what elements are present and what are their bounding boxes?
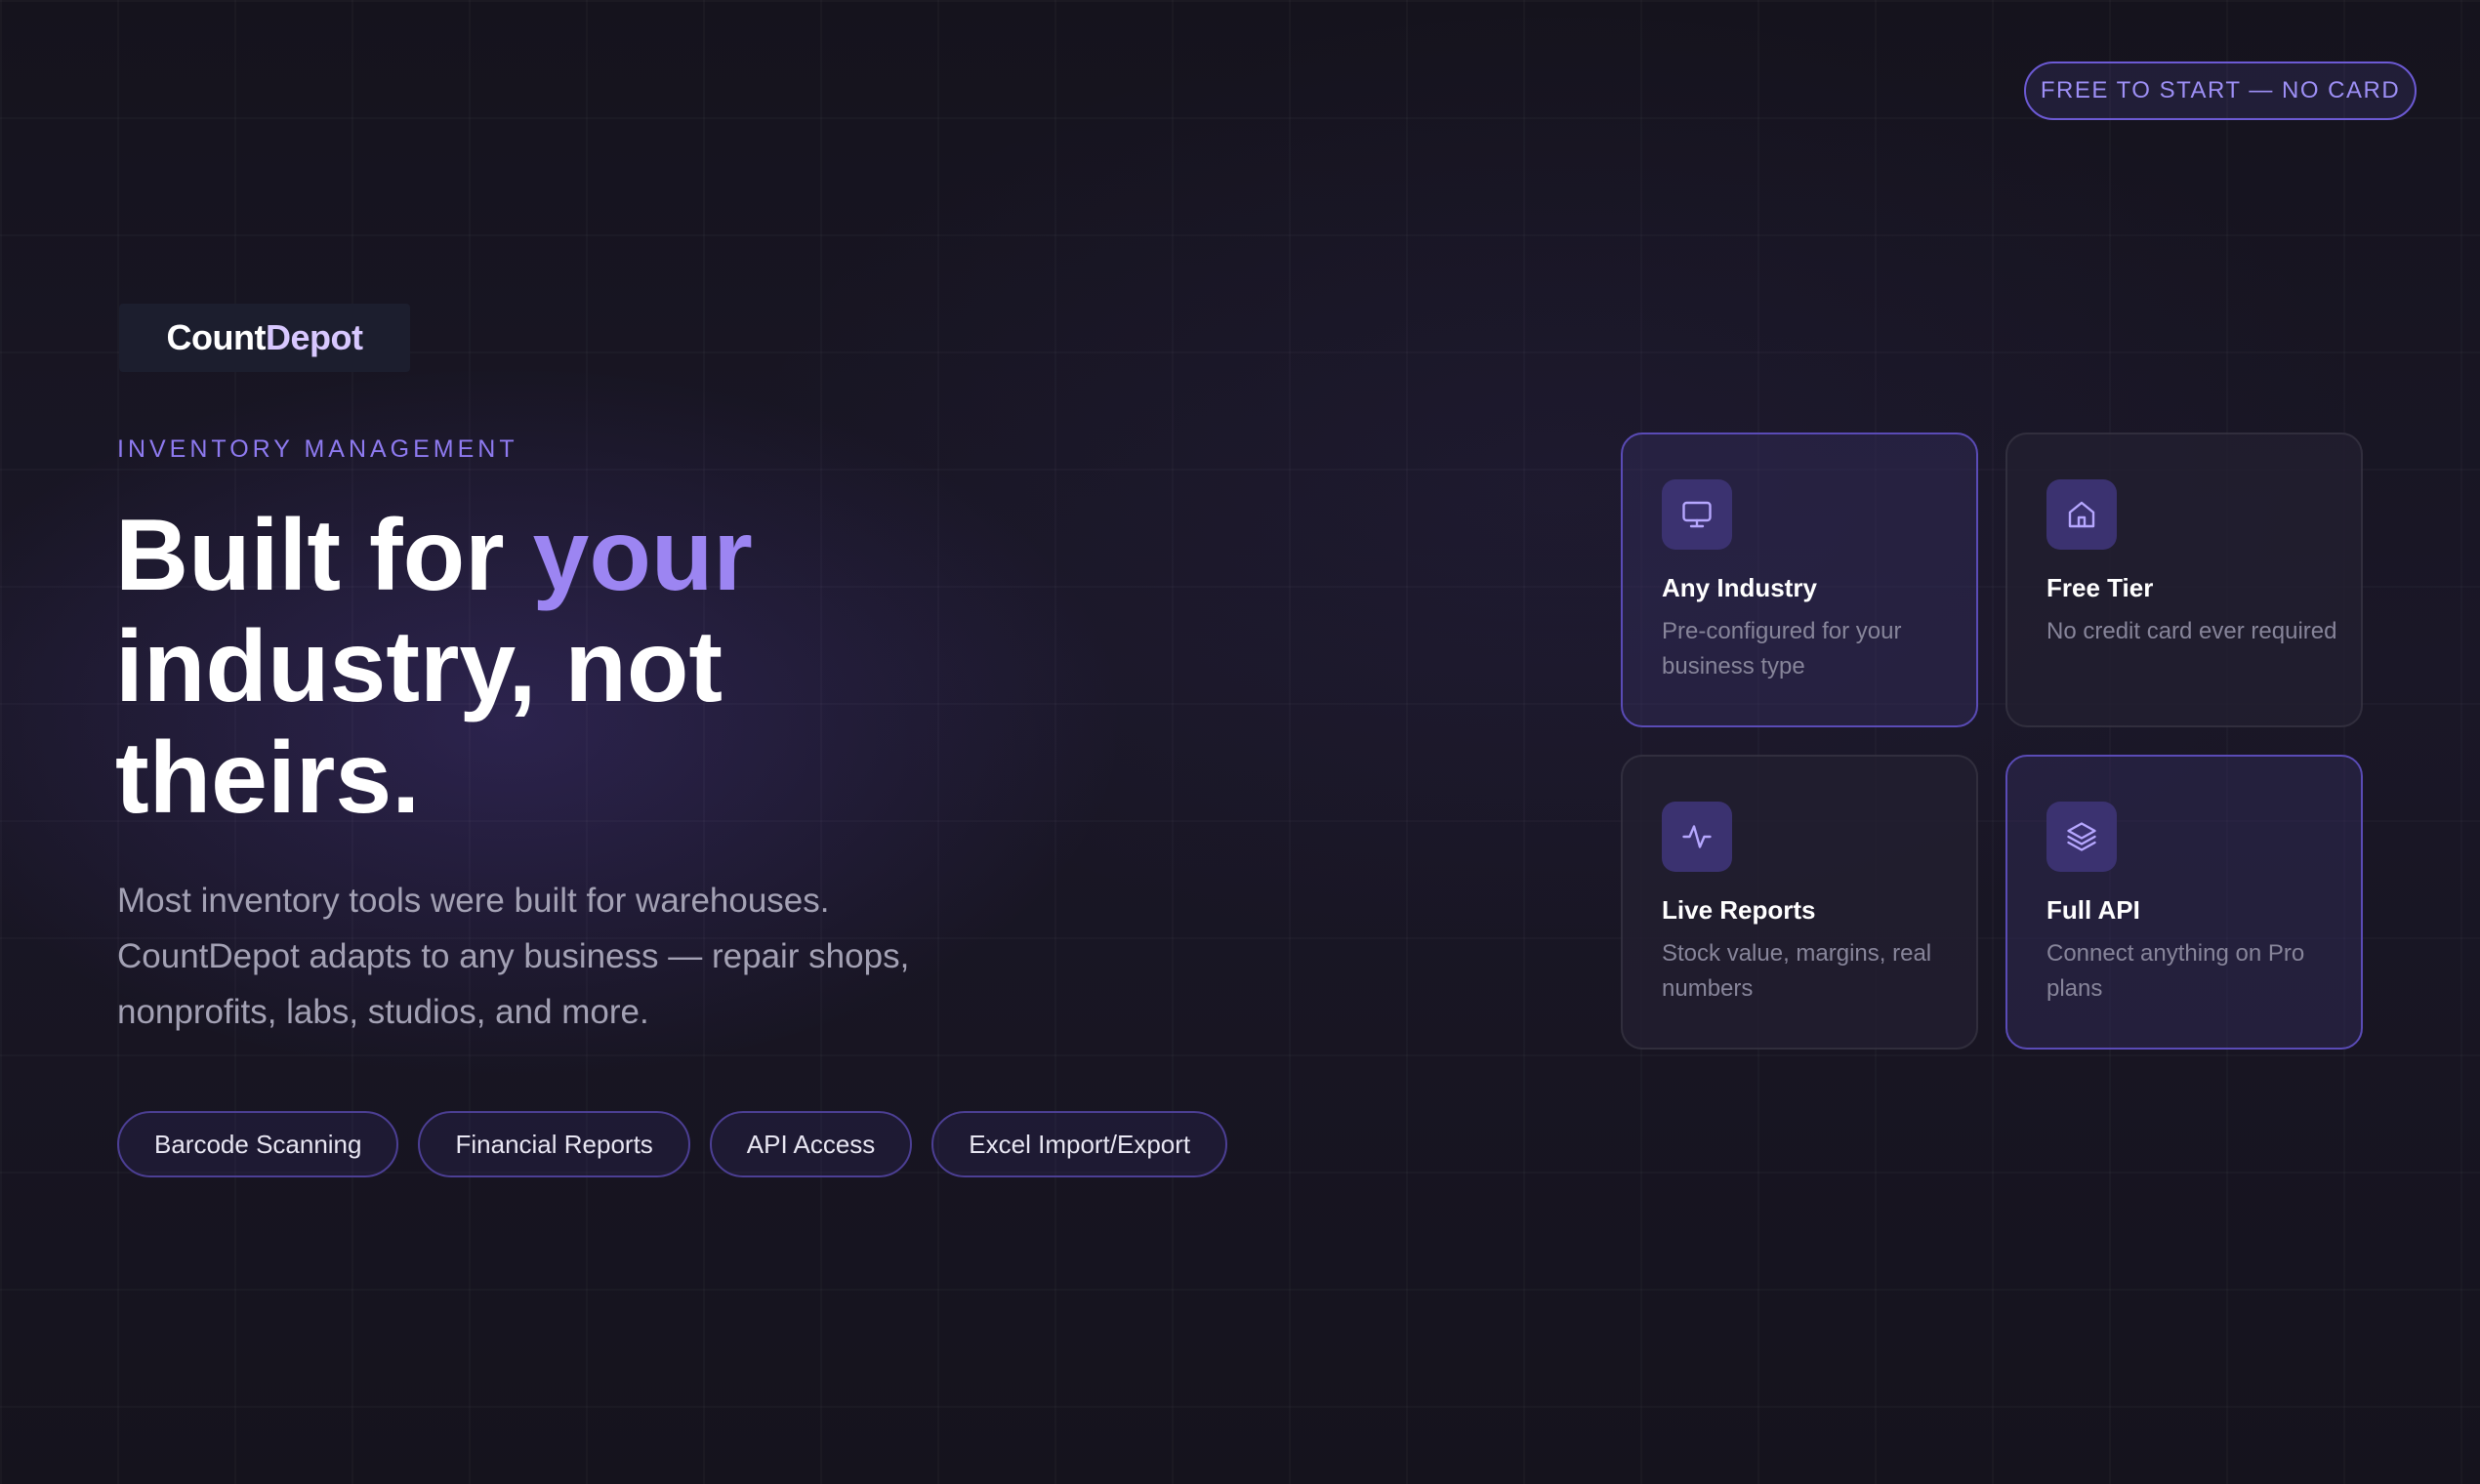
card-title: Any Industry (1662, 573, 1817, 602)
card-any-industry[interactable]: Any Industry Pre-configured for your bus… (1621, 433, 1978, 727)
card-title: Full API (2046, 895, 2140, 925)
headline-part1: Built for (115, 499, 533, 612)
feature-cards: Any Industry Pre-configured for your bus… (1621, 433, 2363, 1050)
brand-name-part2: Depot (265, 317, 363, 357)
hero-headline: Built for your industry, not theirs. (115, 500, 955, 834)
card-description: Stock value, margins, real numbers (1662, 940, 1932, 1002)
chip-financial-reports[interactable]: Financial Reports (418, 1111, 690, 1177)
hero-description: Most inventory tools were built for ware… (117, 882, 910, 1031)
monitor-icon (1662, 479, 1732, 550)
card-title: Live Reports (1662, 895, 1816, 925)
free-start-badge: FREE TO START — NO CARD (2024, 62, 2417, 120)
home-icon (2046, 479, 2117, 550)
card-description: Pre-configured for your business type (1662, 618, 1902, 680)
chip-excel-import-export[interactable]: Excel Import/Export (931, 1111, 1228, 1177)
card-description: Connect anything on Pro plans (2046, 940, 2305, 1002)
chip-api-access[interactable]: API Access (709, 1111, 913, 1177)
card-live-reports[interactable]: Live Reports Stock value, margins, real … (1621, 755, 1978, 1050)
card-title: Free Tier (2046, 573, 2154, 602)
brand-name-part1: Count (166, 317, 267, 357)
card-free-tier[interactable]: Free Tier No credit card ever required (2005, 433, 2363, 727)
feature-chips: Barcode Scanning Financial Reports API A… (117, 1111, 1228, 1177)
headline-accent: your (532, 499, 753, 612)
chip-barcode-scanning[interactable]: Barcode Scanning (117, 1111, 399, 1177)
card-full-api[interactable]: Full API Connect anything on Pro plans (2005, 755, 2363, 1050)
activity-icon (1662, 802, 1732, 872)
hero-eyebrow: INVENTORY MANAGEMENT (117, 435, 518, 463)
headline-part2: industry, not theirs. (115, 610, 723, 835)
layers-icon (2046, 802, 2117, 872)
card-description: No credit card ever required (2046, 618, 2337, 644)
brand-logo[interactable]: Count Depot (119, 304, 410, 372)
